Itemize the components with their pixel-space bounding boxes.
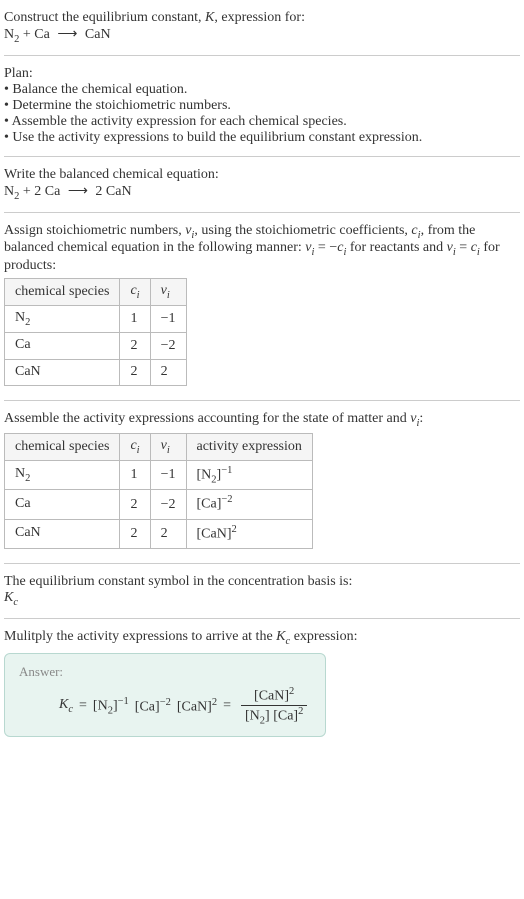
cell-species: Ca bbox=[5, 490, 120, 519]
multiply-section: Mulitply the activity expressions to arr… bbox=[4, 623, 520, 749]
intro-line: Construct the equilibrium constant, K, e… bbox=[4, 10, 520, 26]
species-n2: N2 bbox=[4, 184, 19, 199]
intro-text-b: , expression for: bbox=[214, 10, 305, 25]
activity-section: Assemble the activity expressions accoun… bbox=[4, 405, 520, 559]
cell-c: 2 bbox=[120, 332, 150, 359]
table-header-row: chemical species ci νi activity expressi… bbox=[5, 434, 313, 461]
cell-nu: −1 bbox=[150, 305, 186, 332]
table-header-row: chemical species ci νi bbox=[5, 279, 187, 306]
divider bbox=[4, 400, 520, 401]
c-var: ci bbox=[411, 223, 420, 238]
divider bbox=[4, 55, 520, 56]
divider bbox=[4, 563, 520, 564]
symbol-title: The equilibrium constant symbol in the c… bbox=[4, 574, 520, 590]
intro-section: Construct the equilibrium constant, K, e… bbox=[4, 4, 520, 51]
answer-label: Answer: bbox=[19, 664, 311, 680]
unbalanced-equation: N2 + Ca ⟶ CaN bbox=[4, 26, 520, 45]
cell-activity: [CaN]2 bbox=[186, 519, 312, 548]
table-row: N2 1 −1 bbox=[5, 305, 187, 332]
species-n2: N2 bbox=[4, 27, 19, 42]
plan-bullet-1: • Balance the chemical equation. bbox=[4, 82, 520, 98]
plus-2ca: + 2 Ca bbox=[19, 184, 63, 199]
cell-c: 2 bbox=[120, 490, 150, 519]
table-row: CaN 2 2 bbox=[5, 359, 187, 386]
nu-var: νi bbox=[185, 223, 194, 238]
table-row: N2 1 −1 [N2]−1 bbox=[5, 460, 313, 489]
plan-bullet-2: • Determine the stoichiometric numbers. bbox=[4, 98, 520, 114]
fraction-denominator: [N2] [Ca]2 bbox=[241, 706, 307, 726]
activity-table: chemical species ci νi activity expressi… bbox=[4, 433, 313, 549]
term-ca: [Ca]−2 bbox=[135, 697, 171, 716]
activity-title: Assemble the activity expressions accoun… bbox=[4, 411, 520, 429]
col-ci: ci bbox=[120, 279, 150, 306]
divider bbox=[4, 618, 520, 619]
divider bbox=[4, 212, 520, 213]
cell-nu: −2 bbox=[150, 332, 186, 359]
cell-activity: [Ca]−2 bbox=[186, 490, 312, 519]
col-activity: activity expression bbox=[186, 434, 312, 461]
balanced-equation: N2 + 2 Ca ⟶ 2 CaN bbox=[4, 183, 520, 202]
answer-box: Answer: Kc = [N2]−1 [Ca]−2 [CaN]2 = [CaN… bbox=[4, 653, 326, 737]
cell-c: 1 bbox=[120, 305, 150, 332]
cell-nu: 2 bbox=[150, 359, 186, 386]
species-2can: 2 CaN bbox=[92, 184, 132, 199]
cell-species: N2 bbox=[5, 460, 120, 489]
cell-activity: [N2]−1 bbox=[186, 460, 312, 489]
term-n2: [N2]−1 bbox=[93, 696, 129, 716]
intro-text-a: Construct the equilibrium constant, bbox=[4, 10, 205, 25]
kc-lhs: Kc bbox=[59, 697, 73, 715]
plan-bullet-4: • Use the activity expressions to build … bbox=[4, 130, 520, 146]
col-ci: ci bbox=[120, 434, 150, 461]
cell-nu: −1 bbox=[150, 460, 186, 489]
species-can: CaN bbox=[81, 27, 110, 42]
cell-nu: −2 bbox=[150, 490, 186, 519]
reaction-arrow-icon: ⟶ bbox=[57, 26, 77, 43]
balanced-section: Write the balanced chemical equation: N2… bbox=[4, 161, 520, 208]
term-can: [CaN]2 bbox=[177, 697, 217, 716]
plan-section: Plan: • Balance the chemical equation. •… bbox=[4, 60, 520, 152]
stoich-text: Assign stoichiometric numbers, νi, using… bbox=[4, 223, 520, 275]
cell-c: 2 bbox=[120, 359, 150, 386]
reaction-arrow-icon: ⟶ bbox=[68, 183, 88, 200]
col-nui: νi bbox=[150, 279, 186, 306]
cell-species: CaN bbox=[5, 359, 120, 386]
cell-nu: 2 bbox=[150, 519, 186, 548]
cell-c: 2 bbox=[120, 519, 150, 548]
stoich-table: chemical species ci νi N2 1 −1 Ca 2 −2 C… bbox=[4, 278, 187, 386]
table-row: Ca 2 −2 bbox=[5, 332, 187, 359]
multiply-title: Mulitply the activity expressions to arr… bbox=[4, 629, 520, 647]
plus-ca: + Ca bbox=[19, 27, 53, 42]
col-species: chemical species bbox=[5, 279, 120, 306]
plan-title: Plan: bbox=[4, 66, 520, 82]
kc-symbol: Kc bbox=[4, 590, 520, 608]
table-row: CaN 2 2 [CaN]2 bbox=[5, 519, 313, 548]
stoich-section: Assign stoichiometric numbers, νi, using… bbox=[4, 217, 520, 397]
fraction-numerator: [CaN]2 bbox=[241, 686, 307, 706]
balanced-title: Write the balanced chemical equation: bbox=[4, 167, 520, 183]
cell-c: 1 bbox=[120, 460, 150, 489]
k-variable: K bbox=[205, 10, 214, 25]
cell-species: CaN bbox=[5, 519, 120, 548]
answer-equation: Kc = [N2]−1 [Ca]−2 [CaN]2 = [CaN]2 [N2] … bbox=[19, 686, 311, 726]
divider bbox=[4, 156, 520, 157]
cell-species: Ca bbox=[5, 332, 120, 359]
plan-bullet-3: • Assemble the activity expression for e… bbox=[4, 114, 520, 130]
col-species: chemical species bbox=[5, 434, 120, 461]
table-row: Ca 2 −2 [Ca]−2 bbox=[5, 490, 313, 519]
fraction: [CaN]2 [N2] [Ca]2 bbox=[241, 686, 307, 726]
cell-species: N2 bbox=[5, 305, 120, 332]
col-nui: νi bbox=[150, 434, 186, 461]
symbol-section: The equilibrium constant symbol in the c… bbox=[4, 568, 520, 614]
